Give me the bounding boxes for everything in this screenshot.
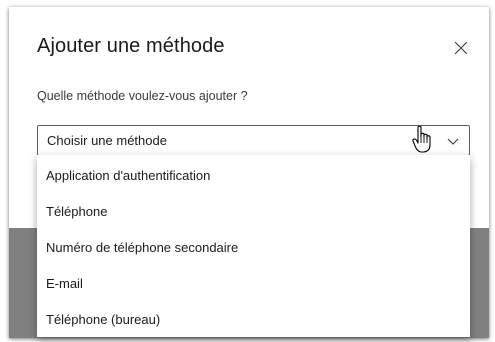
- option-phone[interactable]: Téléphone: [37, 193, 470, 229]
- method-dropdown-list: Application d'authentification Téléphone…: [37, 155, 470, 337]
- option-label: Numéro de téléphone secondaire: [46, 240, 239, 255]
- option-label: Téléphone: [46, 204, 108, 219]
- close-button[interactable]: [451, 38, 471, 58]
- method-select[interactable]: Choisir une méthode: [37, 125, 470, 156]
- option-label: E-mail: [46, 276, 83, 291]
- dialog-title: Ajouter une méthode: [37, 35, 225, 57]
- option-office-phone[interactable]: Téléphone (bureau): [37, 301, 470, 337]
- option-alternate-phone[interactable]: Numéro de téléphone secondaire: [37, 229, 470, 265]
- option-email[interactable]: E-mail: [37, 265, 470, 301]
- method-select-value: Choisir une méthode: [47, 133, 167, 148]
- close-icon: [454, 41, 468, 55]
- option-authenticator-app[interactable]: Application d'authentification: [37, 157, 470, 193]
- option-label: Téléphone (bureau): [46, 312, 161, 327]
- option-label: Application d'authentification: [46, 168, 211, 183]
- hand-pointer-cursor-icon: [412, 125, 431, 153]
- dialog-subtitle: Quelle méthode voulez-vous ajouter ?: [37, 89, 248, 103]
- chevron-down-icon: [447, 138, 459, 145]
